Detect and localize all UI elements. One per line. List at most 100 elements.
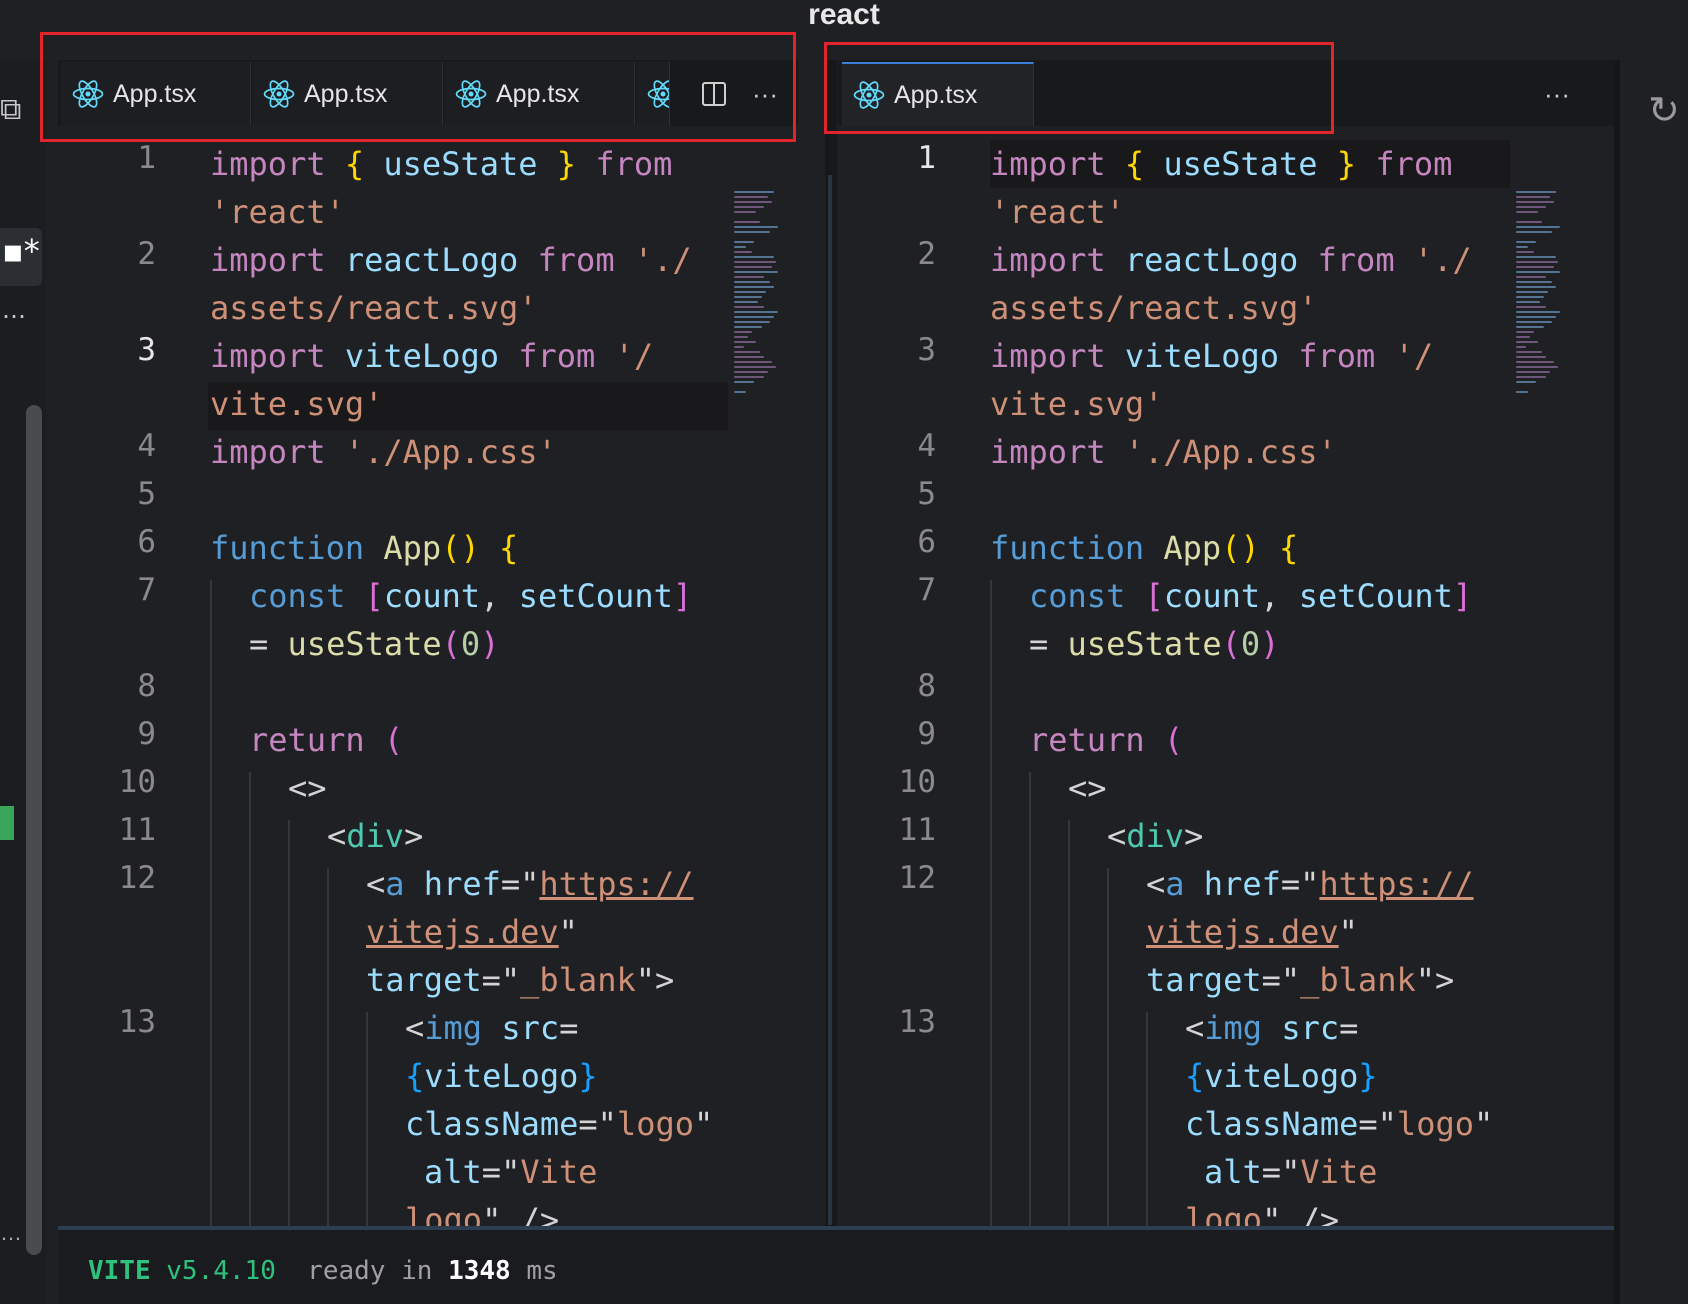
code-line: import { useState } from [990,145,1453,183]
refresh-icon[interactable]: ↻ [1648,88,1680,132]
minimap-line [734,331,752,333]
line-number: 6 [137,524,156,560]
tab-app-tsx-1[interactable]: App.tsx [61,62,251,126]
minimap-line [1516,211,1538,213]
minimap-line [734,361,772,363]
git-change-marker [0,806,14,840]
code-line: import viteLogo from '/ [990,337,1434,375]
line-number: 8 [137,668,156,704]
code-line: function App() { [990,529,1299,567]
minimap-line [1516,336,1530,338]
line-number: 6 [917,524,936,560]
indent-guide [1146,1012,1148,1226]
code-line: <a href="https:// [366,865,694,903]
code-line: {viteLogo} [1185,1057,1378,1095]
minimap-line [734,291,766,293]
minimap-line [734,271,778,273]
minimap-line [1516,221,1542,223]
code-line: return ( [1029,721,1184,759]
code-line: import viteLogo from '/ [210,337,654,375]
terminal-panel[interactable]: VITE v5.4.10 ready in 1348 ms [58,1230,1614,1304]
code-line: logo" /> [1185,1201,1340,1226]
minimap-line [734,196,768,198]
react-icon [72,80,104,108]
split-editor-icon[interactable] [702,82,726,106]
active-item-symbol: ▪* [2,232,40,270]
minimap-line [734,366,776,368]
code-line: {viteLogo} [405,1057,598,1095]
sidebar-scrollbar[interactable] [26,405,42,1255]
minimap-line [734,376,764,378]
minimap-line [734,381,754,383]
code-line: function App() { [210,529,519,567]
indent-guide [249,772,251,1226]
terminal-ms-unit: ms [526,1256,558,1286]
line-number: 5 [137,476,156,512]
code-line: return ( [249,721,404,759]
minimap-line [734,266,772,268]
code-line: import './App.css' [990,433,1337,471]
tab-bar-right: App.tsx ··· [838,60,1614,126]
code-line: className="logo" [1185,1105,1494,1143]
line-number: 12 [118,860,156,896]
line-number: 11 [898,812,936,848]
code-line: import './App.css' [210,433,557,471]
line-number: 11 [118,812,156,848]
line-number-current: 1 [917,140,936,176]
terminal-vite-label: VITE [88,1256,151,1286]
line-number: 2 [917,236,936,272]
minimap-line [1516,286,1556,288]
minimap-line [734,201,772,203]
indent-guide [327,868,329,1226]
minimap-line [1516,376,1546,378]
code-line: vitejs.dev" [1146,913,1358,951]
minimap-line [734,326,762,328]
minimap-line [1516,256,1556,258]
terminal-version: v5.4.10 [166,1256,276,1286]
more-actions-icon[interactable]: ··· [752,79,778,110]
indent-guide [990,580,992,1226]
minimap-line [1516,311,1560,313]
minimap-left[interactable] [734,188,786,438]
line-number: 4 [917,428,936,464]
code-editor-left[interactable]: 1 2 3 4 5 6 7 8 9 10 11 12 13 import { u… [58,130,798,1226]
more-icon-bottom[interactable]: … [0,1220,22,1246]
code-line: const [count, setCount] [1029,577,1473,615]
minimap-line [1516,261,1558,263]
react-icon [647,80,669,108]
minimap-line [734,316,774,318]
code-line: vite.svg' [210,385,384,423]
code-line: <img src= [405,1009,579,1047]
indent-guide [1029,772,1031,1226]
code-line: <a href="https:// [1146,865,1474,903]
tab-app-tsx-3[interactable]: App.tsx [444,62,635,126]
code-line: <img src= [1185,1009,1359,1047]
code-line: vite.svg' [990,385,1164,423]
copy-files-icon[interactable]: ⧉ [0,92,21,127]
line-number-current: 3 [137,332,156,368]
line-number: 12 [898,860,936,896]
line-number: 9 [137,716,156,752]
tab-app-tsx-2[interactable]: App.tsx [252,62,443,126]
minimap-line [734,351,760,353]
more-icon[interactable]: … [2,296,26,324]
tab-overflow[interactable] [636,62,670,126]
code-line: = useState(0) [1029,625,1280,663]
code-editor-right[interactable]: 1 2 3 4 5 6 7 8 9 10 11 12 13 import { u… [838,130,1614,1226]
line-number: 1 [137,140,156,176]
minimap-line [1516,196,1550,198]
minimap-line [1516,316,1556,318]
minimap-right[interactable] [1516,188,1568,438]
tab-app-tsx-active[interactable]: App.tsx [842,62,1034,126]
indent-guide [1107,868,1109,1226]
terminal-line: VITE v5.4.10 ready in 1348 ms [88,1256,558,1286]
minimap-line [734,306,764,308]
code-line: logo" /> [405,1201,560,1226]
editor-group-left: App.tsx App.tsx App.tsx ··· 1 2 3 4 5 6 … [58,60,798,1226]
tab-bar-left: App.tsx App.tsx App.tsx ··· [58,60,798,126]
minimap-line [1516,346,1526,348]
minimap-line [734,346,744,348]
minimap-line [734,206,764,208]
minimap-line [1516,246,1528,248]
more-actions-icon[interactable]: ··· [1544,79,1570,110]
